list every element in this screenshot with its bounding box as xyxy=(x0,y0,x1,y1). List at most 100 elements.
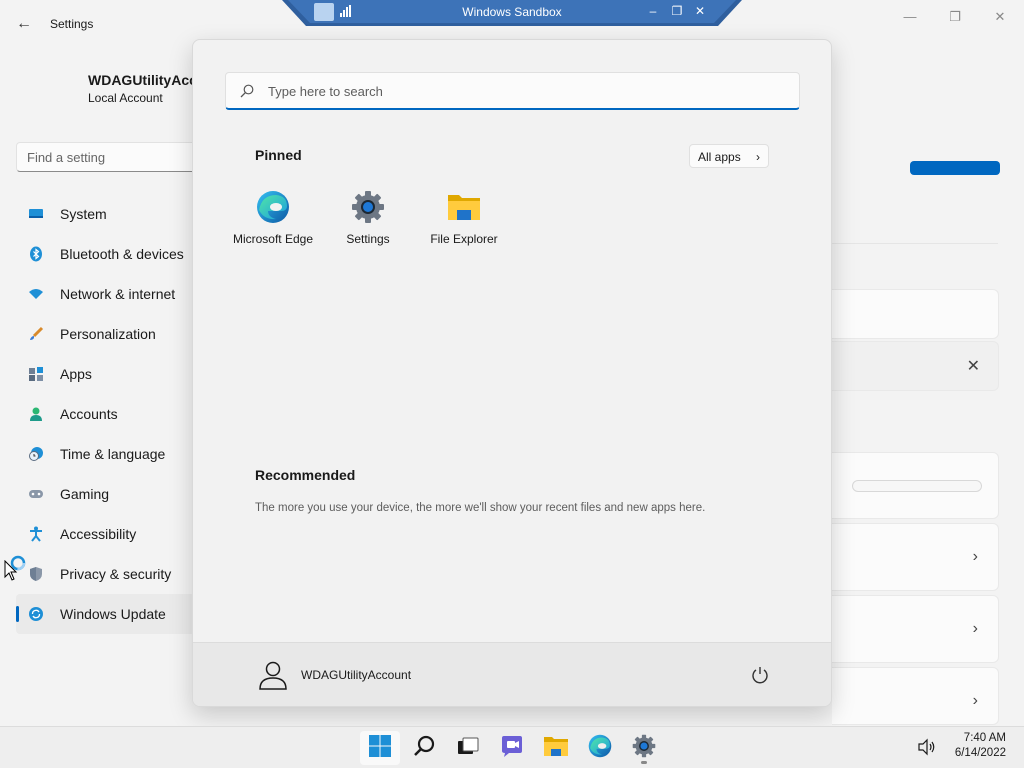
task-view-icon xyxy=(457,735,479,762)
person-icon xyxy=(28,406,44,422)
settings-taskbar-button[interactable] xyxy=(624,731,664,765)
settings-card[interactable] xyxy=(832,452,999,519)
busy-spinner-icon xyxy=(10,555,26,571)
settings-card[interactable]: › xyxy=(832,523,999,591)
app-label: Microsoft Edge xyxy=(232,232,314,246)
gear-icon xyxy=(351,190,385,224)
apps-icon xyxy=(28,366,44,382)
account-type: Local Account xyxy=(88,91,163,105)
update-button[interactable] xyxy=(910,161,1000,175)
pinned-app-settings[interactable]: Settings xyxy=(320,190,416,246)
file-explorer-button[interactable] xyxy=(536,731,576,765)
nav-item-system[interactable]: System xyxy=(16,194,196,234)
clock-date: 6/14/2022 xyxy=(954,747,1006,759)
clock-globe-icon xyxy=(28,446,44,462)
recommended-heading: Recommended xyxy=(255,467,356,483)
start-footer: WDAGUtilityAccount xyxy=(193,642,831,706)
monitor-icon xyxy=(28,206,44,222)
restore-icon[interactable]: ❐ xyxy=(945,8,965,26)
chevron-right-icon: › xyxy=(972,620,978,637)
accessibility-icon xyxy=(28,526,44,542)
nav-label: Personalization xyxy=(60,326,156,342)
search-placeholder: Type here to search xyxy=(268,84,383,99)
recommended-empty-text: The more you use your device, the more w… xyxy=(255,502,706,514)
settings-card[interactable]: › xyxy=(832,667,999,725)
nav-item-personalization[interactable]: Personalization xyxy=(16,314,196,354)
nav-item-accounts[interactable]: Accounts xyxy=(16,394,196,434)
settings-nav: System Bluetooth & devices Network & int… xyxy=(16,194,196,634)
system-clock[interactable]: 7:40 AM 6/14/2022 xyxy=(955,731,1006,761)
folder-icon xyxy=(447,190,481,224)
chat-icon xyxy=(500,734,524,763)
back-arrow-icon[interactable]: ← xyxy=(14,14,34,34)
app-label: File Explorer xyxy=(430,232,498,246)
taskbar-search-button[interactable] xyxy=(404,731,444,765)
nav-label: Time & language xyxy=(60,446,166,462)
chevron-right-icon: › xyxy=(972,548,978,565)
shield-icon xyxy=(28,566,44,582)
minimize-icon[interactable]: – xyxy=(646,4,660,18)
restore-icon[interactable]: ❐ xyxy=(670,4,684,18)
nav-label: Accounts xyxy=(60,406,118,422)
window-title: Settings xyxy=(50,17,94,31)
close-icon[interactable]: ✕ xyxy=(967,356,980,376)
start-search-input[interactable]: Type here to search xyxy=(225,72,800,110)
chevron-right-icon: › xyxy=(972,692,978,709)
edge-icon xyxy=(256,190,290,224)
search-icon xyxy=(240,84,254,98)
app-label: Settings xyxy=(346,232,390,246)
nav-item-bluetooth[interactable]: Bluetooth & devices xyxy=(16,234,196,274)
nav-item-time-language[interactable]: Time & language xyxy=(16,434,196,474)
nav-label: Accessibility xyxy=(60,526,137,542)
slider-track[interactable] xyxy=(852,480,982,492)
paintbrush-icon xyxy=(28,326,44,342)
file-explorer-icon xyxy=(543,735,569,762)
search-icon xyxy=(413,735,435,762)
nav-label: System xyxy=(60,206,107,222)
close-icon[interactable]: ✕ xyxy=(990,8,1010,26)
start-menu: Type here to search Pinned All apps › Mi… xyxy=(192,39,832,707)
user-name[interactable]: WDAGUtilityAccount xyxy=(301,668,411,682)
settings-icon xyxy=(632,734,656,763)
gamepad-icon xyxy=(28,486,44,502)
wifi-icon xyxy=(28,286,44,302)
minimize-icon[interactable]: — xyxy=(900,8,920,26)
start-button[interactable] xyxy=(360,731,400,765)
settings-card[interactable] xyxy=(832,289,999,339)
find-setting-input[interactable]: Find a setting xyxy=(16,142,216,172)
update-icon xyxy=(28,606,44,622)
nav-label: Network & internet xyxy=(60,286,176,302)
nav-item-gaming[interactable]: Gaming xyxy=(16,474,196,514)
power-icon[interactable] xyxy=(750,665,770,685)
nav-item-network[interactable]: Network & internet xyxy=(16,274,196,314)
edge-icon xyxy=(588,734,612,763)
running-indicator xyxy=(641,761,647,764)
close-icon[interactable]: ✕ xyxy=(693,4,707,18)
chevron-right-icon: › xyxy=(756,150,760,164)
nav-label: Apps xyxy=(60,366,92,382)
chat-button[interactable] xyxy=(492,731,532,765)
pinned-app-file-explorer[interactable]: File Explorer xyxy=(416,190,512,246)
edge-button[interactable] xyxy=(580,731,620,765)
pinned-heading: Pinned xyxy=(255,147,302,163)
clock-time: 7:40 AM xyxy=(963,732,1006,744)
settings-card[interactable]: › xyxy=(832,595,999,663)
nav-item-accessibility[interactable]: Accessibility xyxy=(16,514,196,554)
settings-card[interactable]: ✕ xyxy=(832,341,999,391)
pinned-app-edge[interactable]: Microsoft Edge xyxy=(225,190,321,246)
sandbox-title-bar[interactable]: Windows Sandbox – ❐ ✕ xyxy=(282,0,742,26)
task-view-button[interactable] xyxy=(448,731,488,765)
divider xyxy=(832,243,998,244)
nav-label: Privacy & security xyxy=(60,566,172,582)
volume-icon[interactable] xyxy=(917,737,937,757)
user-avatar-icon[interactable] xyxy=(257,659,289,691)
all-apps-label: All apps xyxy=(698,150,741,164)
all-apps-button[interactable]: All apps › xyxy=(689,144,769,168)
nav-item-privacy[interactable]: Privacy & security xyxy=(16,554,196,594)
nav-label: Windows Update xyxy=(60,606,166,622)
nav-item-apps[interactable]: Apps xyxy=(16,354,196,394)
start-icon xyxy=(369,734,391,762)
taskbar: 7:40 AM 6/14/2022 xyxy=(0,726,1024,768)
bluetooth-icon xyxy=(28,246,44,262)
nav-item-windows-update[interactable]: Windows Update xyxy=(16,594,196,634)
